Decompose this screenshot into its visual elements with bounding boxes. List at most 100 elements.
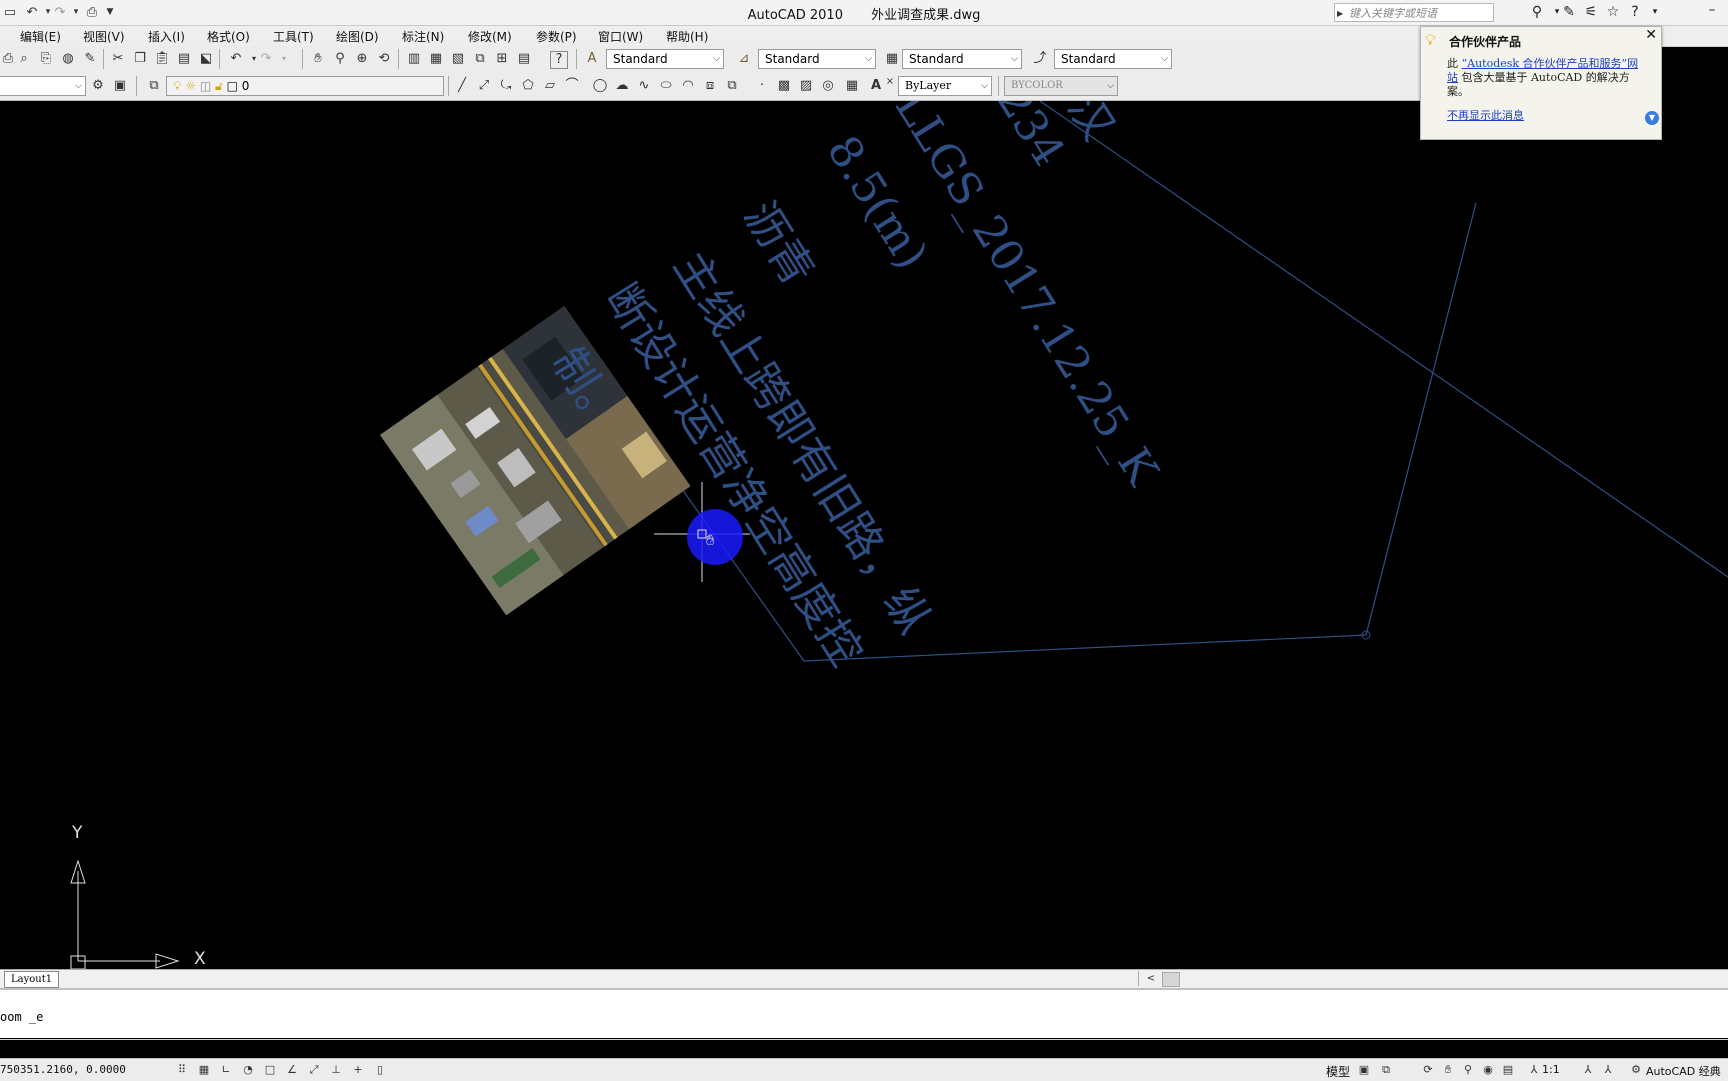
layer-properties-icon[interactable]: ⧉ — [144, 76, 164, 96]
sheet-set-icon[interactable]: ⧉ — [470, 49, 490, 69]
zoom-previous-icon[interactable]: ⟲ — [374, 49, 394, 69]
text-style-select[interactable]: Standard ⌵ — [606, 49, 724, 69]
zoom-realtime-icon[interactable]: ⚲ — [330, 49, 350, 69]
pan-icon[interactable]: ✋︎ — [1440, 1062, 1456, 1078]
annotation-scale-icon[interactable]: ⅄ — [1526, 1062, 1542, 1078]
rectangle-icon[interactable]: ▱ — [540, 76, 560, 96]
scroll-left-icon[interactable]: < — [1138, 971, 1163, 986]
polar-tracking-icon[interactable]: ◔ — [240, 1062, 256, 1078]
insert-block-icon[interactable]: ⧈ — [700, 76, 720, 96]
publish-dwf-icon[interactable]: ⎘ — [36, 49, 56, 69]
dim-style-icon[interactable]: ⊿ — [734, 49, 754, 69]
polygon-icon[interactable]: ⬠ — [518, 76, 538, 96]
plot-icon[interactable]: ⎙ — [82, 3, 102, 22]
layout-button-icon[interactable]: ▣ — [1356, 1062, 1372, 1078]
dim-style-select[interactable]: Standard ⌵ — [758, 49, 876, 69]
toolbar-close-icon[interactable]: × — [884, 72, 896, 92]
menu-format[interactable]: 格式(O) — [207, 28, 250, 45]
diagonal-line[interactable] — [1039, 101, 1728, 578]
viewcube-icon[interactable]: ▤ — [1500, 1062, 1516, 1078]
paste-icon[interactable]: 📋︎ — [152, 49, 172, 69]
text-style-icon[interactable]: A — [582, 49, 602, 69]
table-style-icon[interactable]: ▦ — [882, 49, 902, 69]
menu-window[interactable]: 窗口(W) — [598, 28, 643, 45]
favorites-star-icon[interactable]: ☆ — [1602, 2, 1624, 22]
minimize-icon[interactable]: – — [1700, 2, 1724, 18]
tab-layout1[interactable]: Layout1 — [4, 971, 60, 988]
zoom-icon[interactable]: ⚲ — [1460, 1062, 1476, 1078]
color-select[interactable]: ByLayer ⌵ — [898, 76, 992, 96]
help-icon[interactable]: ? — [550, 51, 568, 69]
cut-icon[interactable]: ✂ — [108, 49, 128, 69]
save-icon[interactable]: ▭ — [0, 3, 20, 22]
line-icon[interactable]: ╱ — [452, 76, 472, 96]
quick-view-layouts-icon[interactable]: ⧉ — [1378, 1062, 1394, 1078]
multiline-text-icon[interactable]: A — [866, 76, 886, 96]
hatch-icon[interactable]: ▩ — [774, 76, 794, 96]
workspace-name[interactable]: AutoCAD 经典 — [1646, 1063, 1721, 1079]
auto-scale-icon[interactable]: ⅄ — [1600, 1062, 1616, 1078]
annotation-scale-value[interactable]: 1:1 — [1542, 1063, 1560, 1076]
expand-arrow-icon[interactable]: ▼ — [1645, 111, 1659, 125]
redo-icon[interactable]: ↷ — [256, 49, 276, 69]
horizontal-scrollbar[interactable] — [1162, 972, 1180, 987]
workspace-settings-icon[interactable]: ⚙ — [88, 76, 108, 96]
menu-view[interactable]: 视图(V) — [83, 28, 125, 45]
menu-edit[interactable]: 编辑(E) — [20, 28, 61, 45]
redo-dropdown-icon[interactable]: ▾ — [274, 49, 294, 69]
drawing-canvas[interactable]: ✋︎ Y X 制。 断设计运营净空高度控 主线上跨即有旧路，纵 沥青 8.5(m… — [0, 101, 1728, 969]
showmotion-icon[interactable]: ◉ — [1480, 1062, 1496, 1078]
table-style-select[interactable]: Standard ⌵ — [902, 49, 1022, 69]
help-dropdown-icon[interactable]: ▾ — [1644, 2, 1666, 22]
copy-icon[interactable]: ❐ — [130, 49, 150, 69]
table-icon[interactable]: ▦ — [842, 76, 862, 96]
region-icon[interactable]: ◎ — [818, 76, 838, 96]
model-space-toggle[interactable]: 模型 — [1326, 1063, 1350, 1080]
help-icon[interactable]: ? — [1624, 2, 1646, 22]
properties-icon[interactable]: ▥ — [404, 49, 424, 69]
pan-realtime-icon[interactable]: ✋︎ — [308, 49, 328, 69]
quickcalc-icon[interactable]: ▤ — [514, 49, 534, 69]
snap-mode-icon[interactable]: ⠿ — [174, 1062, 190, 1078]
zoom-window-icon[interactable]: ⊕ — [352, 49, 372, 69]
arc-icon[interactable]: ⌒ — [562, 76, 582, 96]
close-icon[interactable]: ✕ — [1645, 27, 1657, 43]
3d-dwf-icon[interactable]: ◍ — [58, 49, 78, 69]
search-binoculars-icon[interactable]: ⚲ — [1526, 2, 1548, 22]
block-editor-icon[interactable]: ⬕ — [196, 49, 216, 69]
point-icon[interactable]: · — [752, 76, 772, 96]
object-snap-tracking-icon[interactable]: ⤢ — [306, 1062, 322, 1078]
menu-parametric[interactable]: 参数(P) — [536, 28, 577, 45]
coordinate-readout[interactable]: 750351.2160, 0.0000 — [0, 1063, 126, 1076]
circle-icon[interactable]: ◯ — [590, 76, 610, 96]
menu-dimension[interactable]: 标注(N) — [402, 28, 444, 45]
design-center-icon[interactable]: ▦ — [426, 49, 446, 69]
polyline-icon[interactable]: ⤿ — [496, 76, 516, 96]
menu-modify[interactable]: 修改(M) — [468, 28, 512, 45]
gradient-icon[interactable]: ▨ — [796, 76, 816, 96]
tool-palettes-icon[interactable]: ▧ — [448, 49, 468, 69]
workspace-select[interactable]: ⌵ — [0, 76, 86, 96]
layer-select[interactable]: 💡︎ ☼ ◫ 🔓︎ □ 0 — [166, 76, 444, 96]
markup-icon[interactable]: ⊞ — [492, 49, 512, 69]
menu-tools[interactable]: 工具(T) — [273, 28, 314, 45]
ortho-mode-icon[interactable]: ∟ — [218, 1062, 234, 1078]
menu-insert[interactable]: 插入(I) — [148, 28, 185, 45]
construction-line-icon[interactable]: ⤢ — [474, 76, 494, 96]
3d-osnap-icon[interactable]: ∠ — [284, 1062, 300, 1078]
multileader-style-icon[interactable]: ⤴ — [1030, 49, 1050, 69]
customize-icon[interactable]: ▣ — [110, 76, 130, 96]
communication-center-icon[interactable]: ⚟ — [1580, 2, 1602, 22]
object-snap-icon[interactable]: □ — [262, 1062, 278, 1078]
command-line[interactable]: oom _e — [0, 988, 1728, 1040]
quick-access-menu-icon[interactable]: ▼ — [100, 3, 120, 22]
lineweight-icon[interactable]: ▯ — [372, 1062, 388, 1078]
menu-help[interactable]: 帮助(H) — [666, 28, 708, 45]
steering-wheel-icon[interactable]: ⟳ — [1420, 1062, 1436, 1078]
dont-show-again-link[interactable]: 不再显示此消息 — [1447, 107, 1524, 123]
multileader-style-select[interactable]: Standard ⌵ — [1054, 49, 1172, 69]
plot-preview-icon[interactable]: ⌕ — [14, 49, 34, 69]
subscription-center-icon[interactable]: ✎ — [1558, 2, 1580, 22]
revision-cloud-icon[interactable]: ☁︎ — [612, 76, 632, 96]
undo-icon[interactable]: ↶ — [226, 49, 246, 69]
